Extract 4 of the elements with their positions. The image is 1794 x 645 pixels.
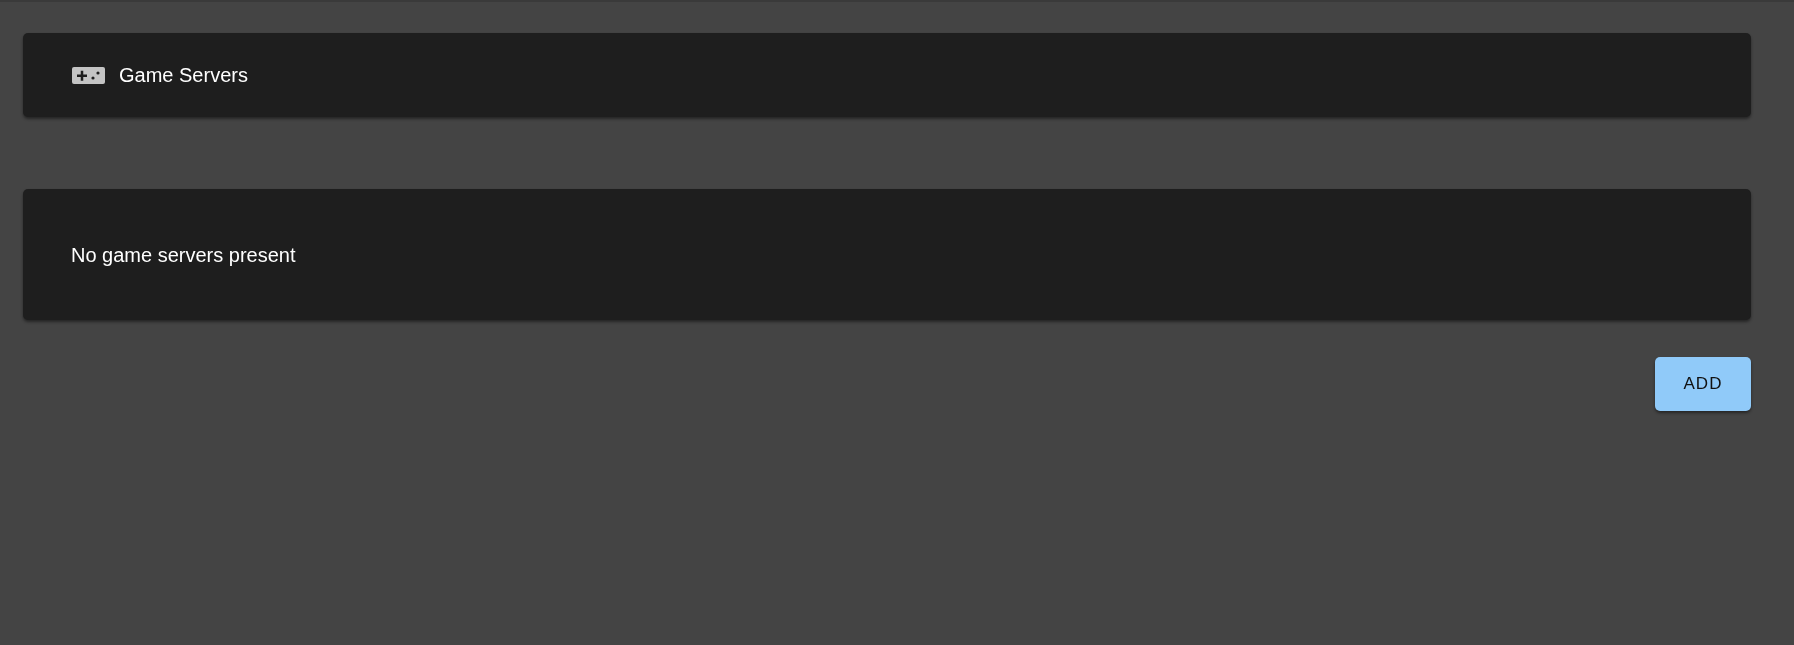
add-button[interactable]: ADD — [1655, 357, 1751, 411]
page-title: Game Servers — [119, 65, 248, 85]
gamepad-icon — [72, 66, 105, 84]
empty-state-message: No game servers present — [71, 244, 296, 265]
